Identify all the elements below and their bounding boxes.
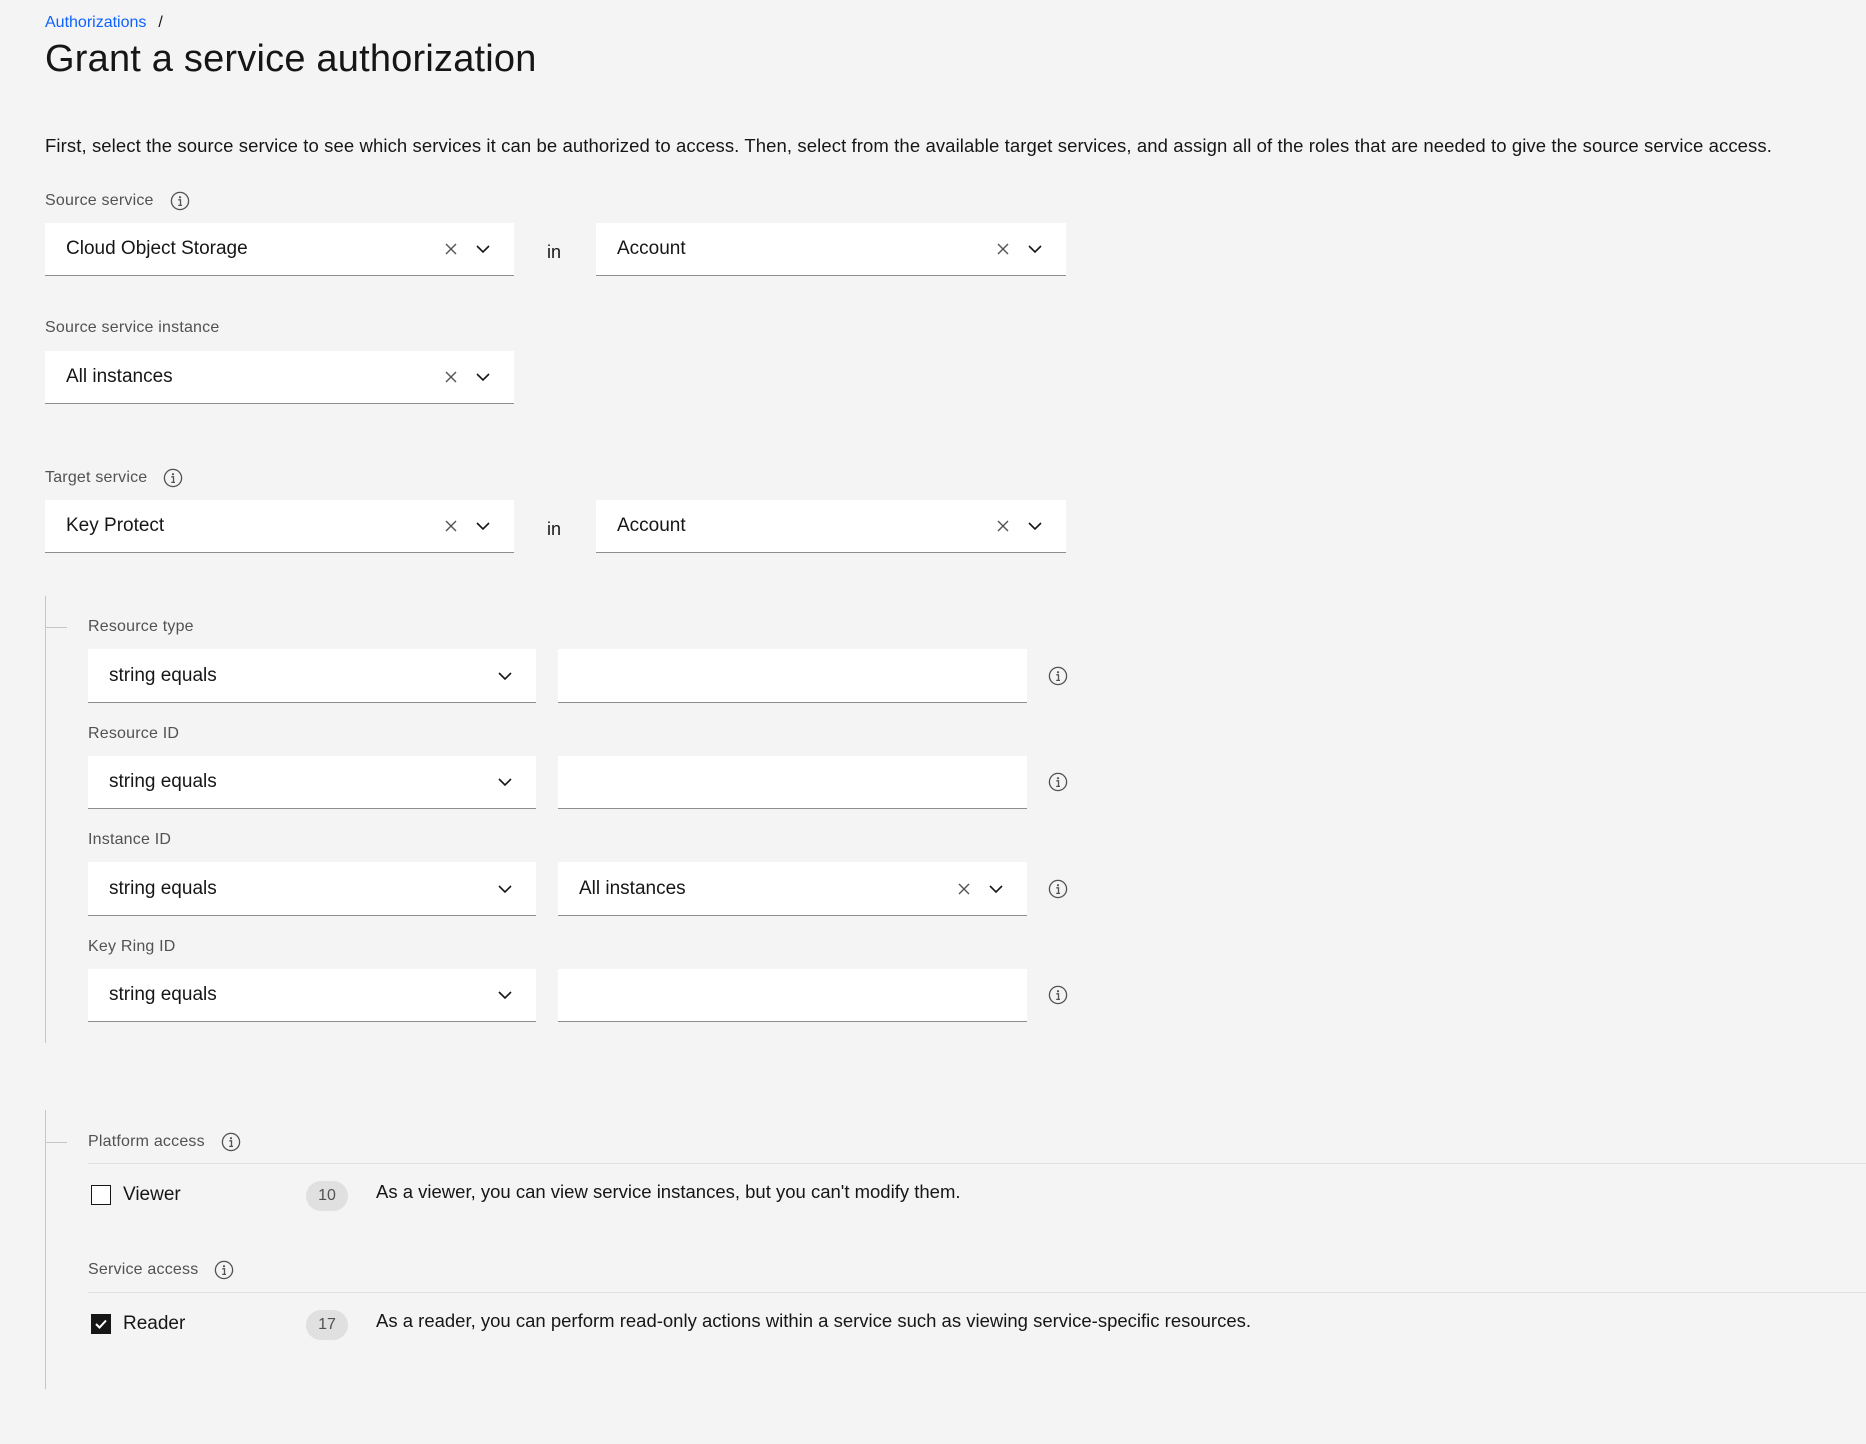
resource-type-label: Resource type (88, 618, 194, 636)
reader-count-badge: 17 (306, 1310, 348, 1340)
info-icon[interactable] (170, 191, 190, 211)
breadcrumb: Authorizations / (45, 14, 163, 32)
resource-type-value-input[interactable] (558, 649, 1027, 703)
info-icon[interactable] (1048, 666, 1068, 686)
instance-id-operator-value: string equals (109, 877, 217, 899)
viewer-role-description: As a viewer, you can view service instan… (376, 1181, 961, 1202)
access-group-line (45, 1110, 46, 1389)
page-title: Grant a service authorization (45, 38, 537, 80)
target-in-label: in (547, 519, 562, 539)
close-icon[interactable] (442, 240, 460, 258)
instance-id-value-select[interactable]: All instances (558, 862, 1027, 916)
source-scope-select[interactable]: Account (596, 223, 1066, 276)
target-service-select[interactable]: Key Protect (45, 500, 514, 553)
viewer-count-badge: 10 (306, 1181, 348, 1211)
breadcrumb-link-authorizations[interactable]: Authorizations (45, 14, 146, 32)
info-icon[interactable] (1048, 772, 1068, 792)
source-instance-label-text: Source service instance (45, 319, 220, 336)
chevron-down-icon[interactable] (474, 368, 492, 386)
chevron-down-icon[interactable] (496, 667, 514, 685)
reader-role-row[interactable]: Reader (91, 1313, 185, 1335)
instance-id-label-text: Instance ID (88, 831, 172, 848)
platform-access-label-text: Platform access (88, 1133, 205, 1150)
resource-type-operator-select[interactable]: string equals (88, 649, 536, 703)
reader-role-description: As a reader, you can perform read-only a… (376, 1310, 1252, 1331)
source-instance-value: All instances (66, 366, 173, 387)
chevron-down-icon[interactable] (496, 880, 514, 898)
platform-access-label: Platform access (88, 1132, 241, 1152)
info-icon[interactable] (163, 468, 183, 488)
source-in-label: in (547, 242, 562, 262)
source-instance-select[interactable]: All instances (45, 351, 514, 404)
chevron-down-icon[interactable] (474, 517, 492, 535)
chevron-down-icon[interactable] (987, 880, 1005, 898)
target-scope-value: Account (617, 515, 686, 536)
viewer-role-name: Viewer (123, 1184, 181, 1205)
key-ring-id-operator-select[interactable]: string equals (88, 969, 536, 1022)
viewer-role-row[interactable]: Viewer (91, 1184, 181, 1206)
resource-type-label-text: Resource type (88, 618, 194, 635)
checkmark-icon (95, 1319, 107, 1329)
intro-text: First, select the source service to see … (45, 135, 1772, 156)
attributes-group-line (45, 596, 46, 1043)
resource-id-value-input[interactable] (558, 756, 1027, 809)
info-icon[interactable] (221, 1132, 241, 1152)
instance-id-value: All instances (579, 877, 686, 899)
instance-id-operator-select[interactable]: string equals (88, 862, 536, 916)
target-service-label-text: Target service (45, 469, 148, 486)
source-service-value: Cloud Object Storage (66, 238, 248, 259)
reader-checkbox[interactable] (91, 1314, 111, 1334)
key-ring-id-operator-value: string equals (109, 984, 217, 1005)
breadcrumb-separator: / (158, 14, 163, 31)
info-icon[interactable] (1048, 879, 1068, 899)
close-icon[interactable] (442, 368, 460, 386)
close-icon[interactable] (955, 880, 973, 898)
reader-role-name: Reader (123, 1313, 186, 1334)
resource-id-label-text: Resource ID (88, 725, 180, 742)
resource-id-operator-value: string equals (109, 771, 217, 792)
source-service-select[interactable]: Cloud Object Storage (45, 223, 514, 276)
source-instance-label: Source service instance (45, 319, 219, 337)
chevron-down-icon[interactable] (496, 773, 514, 791)
resource-type-operator-value: string equals (109, 664, 217, 686)
chevron-down-icon[interactable] (1026, 240, 1044, 258)
chevron-down-icon[interactable] (496, 986, 514, 1004)
chevron-down-icon[interactable] (474, 240, 492, 258)
viewer-checkbox[interactable] (91, 1185, 111, 1205)
close-icon[interactable] (994, 240, 1012, 258)
service-access-label: Service access (88, 1260, 234, 1280)
key-ring-id-label-text: Key Ring ID (88, 938, 176, 955)
key-ring-id-label: Key Ring ID (88, 938, 176, 956)
close-icon[interactable] (442, 517, 460, 535)
info-icon[interactable] (214, 1260, 234, 1280)
instance-id-label: Instance ID (88, 831, 171, 849)
service-access-label-text: Service access (88, 1261, 199, 1278)
info-icon[interactable] (1048, 985, 1068, 1005)
attributes-group-tick (45, 627, 67, 628)
access-group-tick (45, 1142, 67, 1143)
source-service-label-text: Source service (45, 192, 154, 209)
platform-access-divider (88, 1163, 1866, 1164)
key-ring-id-value-input[interactable] (558, 969, 1027, 1022)
target-service-value: Key Protect (66, 515, 165, 536)
resource-id-operator-select[interactable]: string equals (88, 756, 536, 809)
source-scope-value: Account (617, 238, 686, 259)
close-icon[interactable] (994, 517, 1012, 535)
target-service-label: Target service (45, 468, 183, 488)
chevron-down-icon[interactable] (1026, 517, 1044, 535)
service-access-divider (88, 1292, 1866, 1293)
target-scope-select[interactable]: Account (596, 500, 1066, 553)
resource-id-label: Resource ID (88, 725, 179, 743)
source-service-label: Source service (45, 191, 190, 211)
